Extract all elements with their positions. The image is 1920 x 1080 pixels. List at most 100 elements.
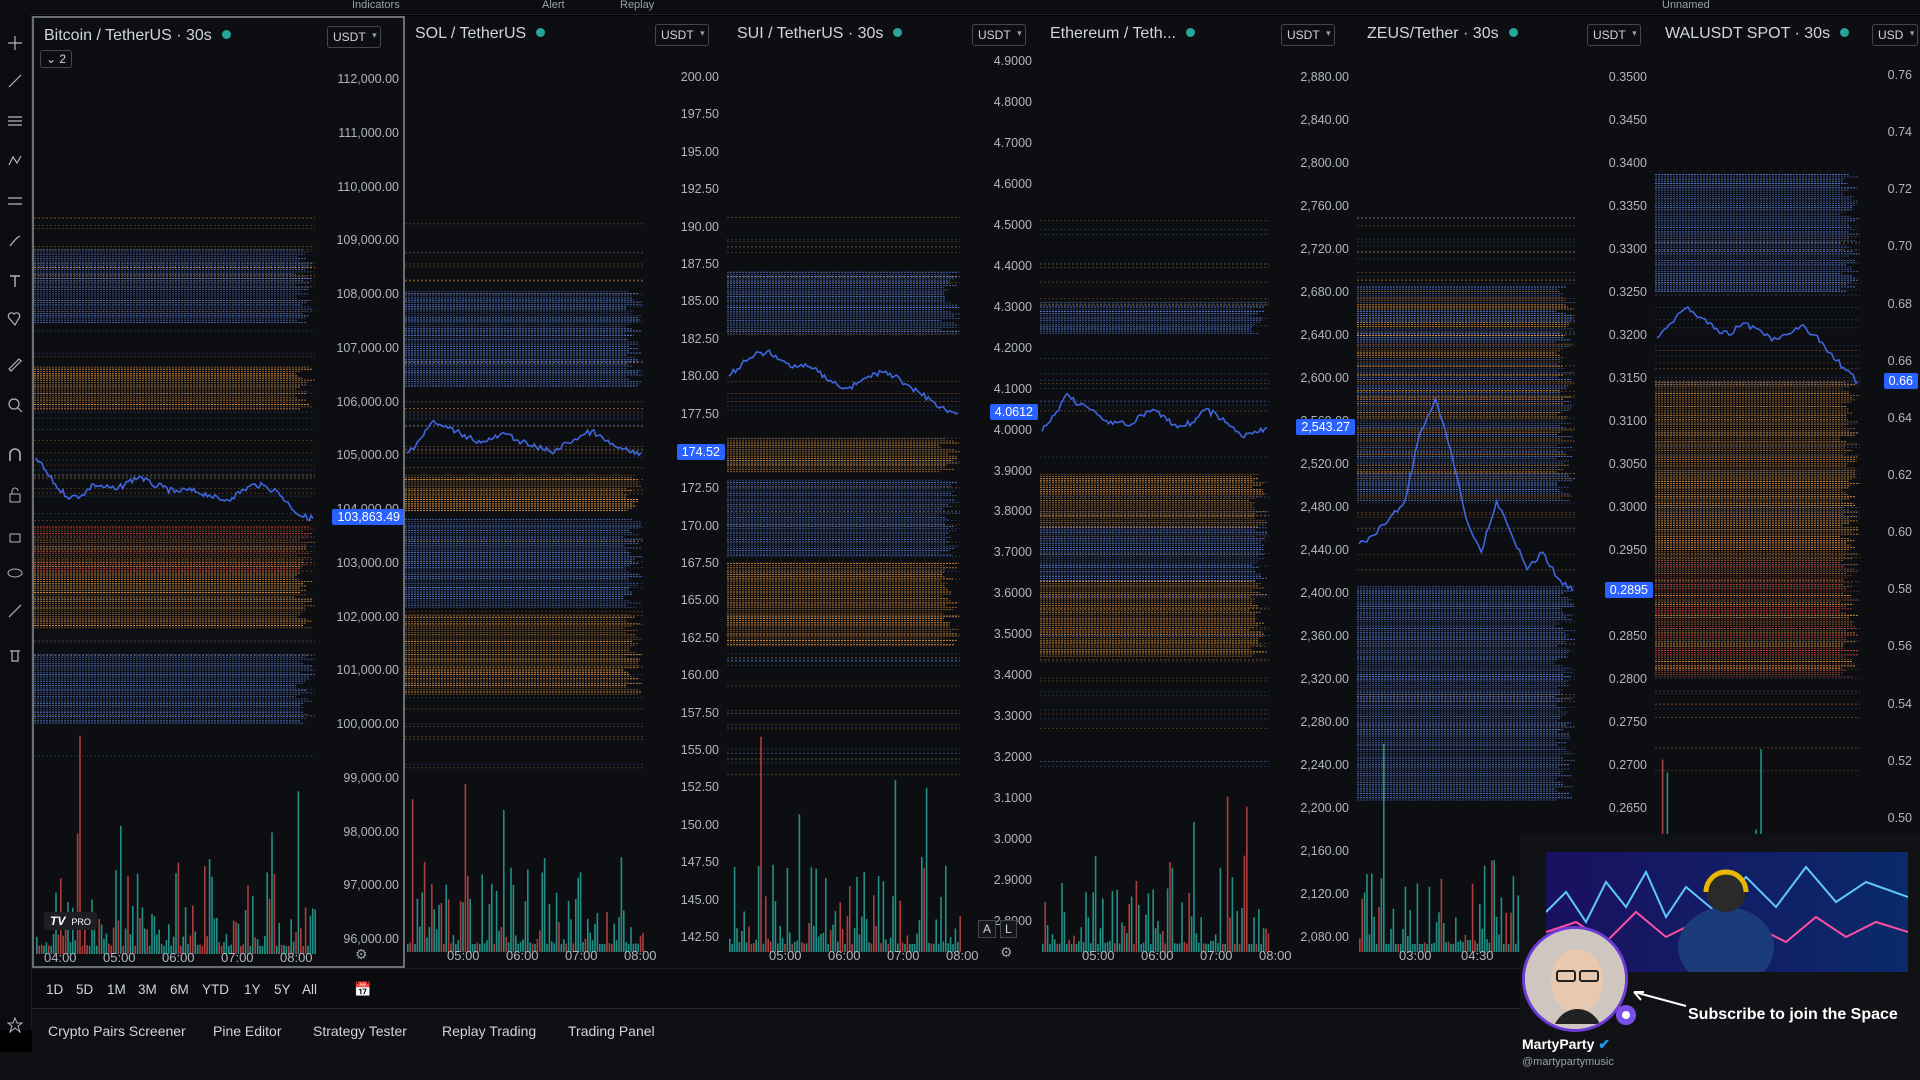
alert-button[interactable]: Alert (542, 0, 565, 11)
price-line (1358, 395, 1574, 592)
market-open-icon (893, 28, 903, 37)
chart-title[interactable]: Ethereum / Teth... (1050, 25, 1195, 43)
price-tick-label: 3.5000 (993, 627, 1032, 642)
price-axis[interactable]: 0.3500 0.3450 0.3400 0.3350 0.3300 0.3250 0.32… (1585, 16, 1655, 956)
price-tick-label: 170.00 (680, 518, 719, 533)
text-icon[interactable] (4, 270, 26, 292)
symbol-title[interactable]: WALUSDT SPOT · 30s (1665, 25, 1830, 42)
range-button-3m[interactable]: 3M (138, 982, 157, 997)
pattern-icon[interactable] (4, 150, 26, 172)
auto-scale-button[interactable]: A (978, 920, 997, 938)
price-tick-label: 4.2000 (993, 340, 1032, 355)
tab-replay-trading[interactable]: Replay Trading (442, 1023, 536, 1039)
magnet-icon[interactable] (4, 444, 26, 466)
chart-plot-btc[interactable] (34, 18, 325, 958)
price-tick-label: 0.2700 (1608, 758, 1647, 772)
forecast-icon[interactable] (4, 190, 26, 212)
chart-plot-zeus[interactable] (1357, 16, 1585, 956)
liquidity-band (1655, 174, 1860, 292)
range-button-ytd[interactable]: YTD (202, 982, 229, 997)
chart-plot-wal[interactable] (1655, 16, 1870, 956)
lock-icon[interactable] (4, 524, 26, 546)
price-tick-label: 103,000.00 (336, 555, 399, 570)
star-icon[interactable] (4, 1014, 26, 1036)
tab-trading-panel[interactable]: Trading Panel (568, 1023, 655, 1039)
price-tick-label: 0.3300 (1608, 242, 1647, 256)
range-button-1m[interactable]: 1M (107, 982, 126, 997)
price-tick-label: 2.9000 (993, 873, 1032, 888)
price-tick-label: 2,840.00 (1300, 113, 1349, 127)
range-button-5y[interactable]: 5Y (274, 982, 291, 997)
price-tick-label: 3.7000 (993, 545, 1032, 560)
price-tick-label: 185.00 (680, 294, 719, 309)
calendar-icon[interactable]: 📅 (354, 981, 371, 998)
range-button-6m[interactable]: 6M (170, 982, 189, 997)
price-tick-label: 182.50 (680, 331, 719, 346)
axis-settings-icon[interactable]: ⚙ (1000, 944, 1013, 961)
zoom-icon[interactable] (4, 394, 26, 416)
fib-icon[interactable] (4, 110, 26, 132)
tab-crypto-pairs-screener[interactable]: Crypto Pairs Screener (48, 1023, 186, 1039)
last-price-badge: 2,543.27 (1296, 418, 1355, 435)
lock-drawing-icon[interactable] (4, 484, 26, 506)
price-axis[interactable]: 200.00 197.50 195.00 192.50 190.00 187.50 185.… (653, 16, 727, 956)
chart-title[interactable]: SUI / TetherUS · 30s (737, 25, 903, 43)
price-tick-label: 0.72 (1887, 182, 1912, 197)
tab-strategy-tester[interactable]: Strategy Tester (313, 1023, 407, 1039)
symbol-title[interactable]: SUI / TetherUS · 30s (737, 25, 883, 42)
price-axis[interactable]: 4.9000 4.8000 4.7000 4.6000 4.5000 4.4000 4.30… (970, 16, 1040, 956)
chart-panel-btc[interactable]: Bitcoin / TetherUS · 30sUSDT⌄ 2112,000.0… (32, 16, 405, 968)
crosshair-icon[interactable] (4, 32, 26, 54)
chart-plot-sol[interactable] (405, 16, 653, 956)
chart-title[interactable]: WALUSDT SPOT · 30s (1665, 25, 1850, 43)
indicators-button[interactable]: Indicators (352, 0, 400, 11)
trendline-icon[interactable] (4, 70, 26, 92)
price-tick-label: 0.62 (1887, 468, 1912, 482)
chart-plot-eth[interactable] (1040, 16, 1279, 956)
symbol-title[interactable]: Ethereum / Teth... (1050, 25, 1176, 42)
range-button-5d[interactable]: 5D (76, 982, 93, 997)
hide-icon[interactable] (4, 600, 26, 622)
log-scale-button[interactable]: L (1000, 920, 1017, 938)
chart-plot-sui[interactable] (727, 16, 970, 956)
liquidity-band (1357, 286, 1575, 501)
range-button-all[interactable]: All (302, 982, 317, 997)
price-tick-label: 106,000.00 (336, 394, 399, 409)
symbol-title[interactable]: ZEUS/Tether · 30s (1367, 25, 1499, 42)
chart-panel-wal[interactable]: WALUSDT SPOT · 30sUSD0.760.740.720.700.6… (1655, 16, 1920, 968)
chart-panel-zeus[interactable]: ZEUS/Tether · 30sUSDT0.35000.34500.34000… (1357, 16, 1656, 968)
price-tick-label: 0.58 (1887, 582, 1912, 597)
price-tick-label: 4.4000 (993, 258, 1032, 273)
brush-icon[interactable] (4, 230, 26, 252)
layout-name[interactable]: Unnamed (1662, 0, 1710, 11)
range-button-1y[interactable]: 1Y (244, 982, 261, 997)
price-axis[interactable]: 2,880.00 2,840.00 2,800.00 2,760.00 2,720.00… (1279, 16, 1357, 956)
liquidity-band (727, 438, 960, 473)
tab-pine-editor[interactable]: Pine Editor (213, 1023, 281, 1039)
range-button-1d[interactable]: 1D (46, 982, 63, 997)
axis-settings-icon[interactable]: ⚙ (355, 946, 368, 963)
price-tick-label: 0.3350 (1608, 199, 1647, 213)
price-tick-label: 2,240.00 (1300, 758, 1349, 772)
price-axis[interactable]: 112,000.00 111,000.00 110,000.00 109,000.00… (325, 18, 403, 958)
volume-bars (407, 784, 644, 952)
replay-button[interactable]: Replay (620, 0, 654, 11)
ruler-icon[interactable] (4, 354, 26, 376)
price-axis[interactable]: 0.76 0.74 0.72 0.70 0.68 0.66 0.64 0.62 0.60 0.58… (1870, 16, 1920, 956)
trash-icon[interactable] (4, 644, 26, 666)
chart-title[interactable]: ZEUS/Tether · 30s (1367, 25, 1518, 43)
heart-icon[interactable] (4, 308, 26, 330)
chart-title[interactable]: Bitcoin / TetherUS · 30s (44, 27, 231, 45)
liquidity-band (405, 518, 643, 608)
legend-toggle[interactable]: ⌄ 2 (40, 50, 73, 68)
symbol-title[interactable]: Bitcoin / TetherUS · 30s (44, 27, 212, 44)
liquidity-band (727, 479, 960, 556)
chart-panel-sui[interactable]: SUI / TetherUS · 30sUSDT4.90004.80004.70… (727, 16, 1041, 968)
chart-panel-eth[interactable]: Ethereum / Teth...USDT2,880.002,840.002,… (1040, 16, 1358, 968)
symbol-title[interactable]: SOL / TetherUS (415, 25, 526, 42)
chart-title[interactable]: SOL / TetherUS (415, 25, 546, 43)
eye-icon[interactable] (4, 562, 26, 584)
chart-panel-sol[interactable]: SOL / TetherUSUSDT200.00197.50195.00192.… (405, 16, 728, 968)
price-tick-label: 2,120.00 (1300, 887, 1349, 901)
price-tick-label: 2,800.00 (1300, 156, 1349, 170)
